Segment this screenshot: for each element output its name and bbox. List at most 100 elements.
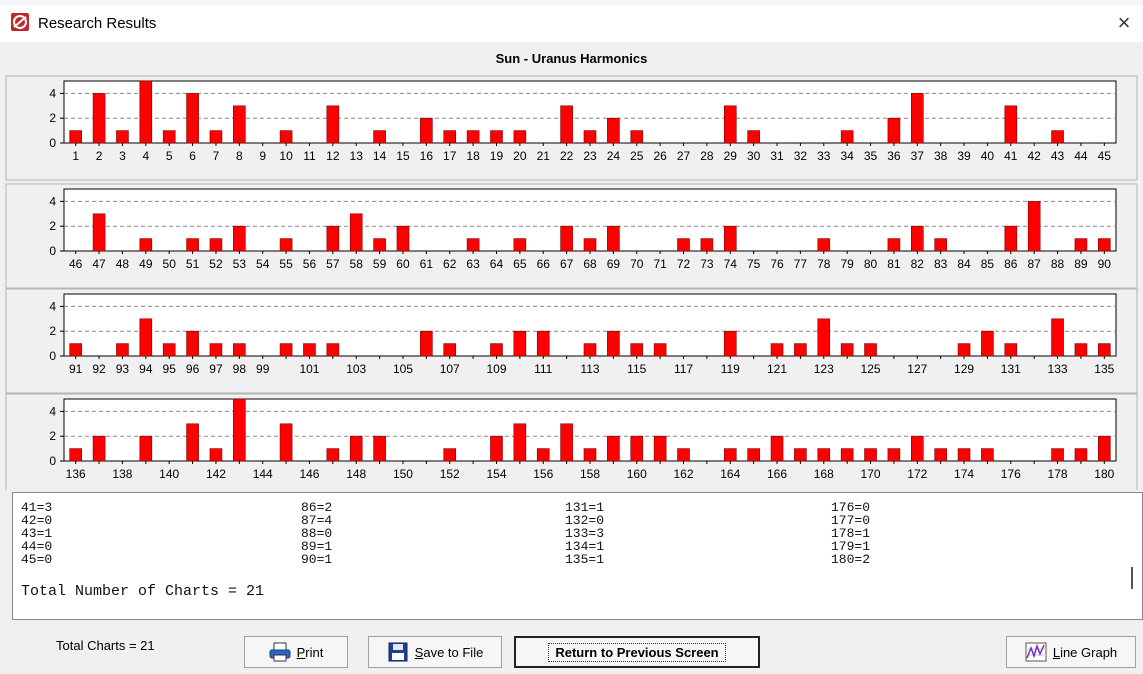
bar [513,130,527,144]
bar [583,130,597,144]
total-number-of-charts: Total Number of Charts = 21 [21,583,265,600]
bar [349,435,363,462]
bar [490,435,503,462]
x-tick-label: 42 [1027,149,1041,163]
bar [162,130,176,144]
x-tick-label: 133 [1048,362,1068,376]
bar [92,435,106,462]
x-tick-label: 36 [887,149,901,163]
x-tick-label: 92 [92,362,106,376]
bar [794,343,807,357]
x-tick-label: 76 [770,257,784,271]
bar [396,225,410,252]
bar [162,343,176,357]
print-button[interactable]: Print [244,636,348,668]
x-tick-label: 174 [954,467,974,481]
scrollbar-thumb[interactable] [1131,567,1133,589]
x-tick-label: 67 [560,257,574,271]
x-tick-label: 109 [486,362,506,376]
bar [607,435,620,462]
x-tick-label: 26 [653,149,667,163]
line-graph-button[interactable]: Line Graph [1006,636,1136,668]
bar [723,225,737,252]
bar [536,448,550,462]
y-tick-label: 0 [49,349,56,363]
x-tick-label: 160 [627,467,647,481]
bar [139,80,153,144]
x-tick-label: 3 [119,149,126,163]
y-tick-label: 4 [49,194,56,208]
x-tick-label: 176 [1001,467,1021,481]
bar [69,448,82,462]
x-tick-label: 107 [440,362,460,376]
x-tick-label: 162 [673,467,693,481]
total-charts-label: Total Charts = 21 [56,638,155,653]
x-tick-label: 75 [747,257,761,271]
return-to-previous-screen-button[interactable]: Return to Previous Screen [514,636,760,668]
x-tick-label: 146 [299,467,319,481]
x-tick-label: 140 [159,467,179,481]
bar [887,117,901,144]
bar [279,423,293,462]
x-tick-label: 121 [767,362,787,376]
bar [233,225,246,252]
x-tick-label: 34 [840,149,854,163]
bar [186,330,199,357]
bar [443,343,457,357]
save-to-file-button[interactable]: Save to File [368,636,502,668]
bar [1074,343,1088,357]
x-tick-label: 82 [911,257,925,271]
x-tick-label: 65 [513,257,527,271]
x-tick-label: 24 [607,149,621,163]
bar [373,435,386,462]
bar [817,448,831,462]
bar [747,130,760,144]
x-tick-label: 70 [630,257,644,271]
x-tick-label: 20 [513,149,527,163]
print-label: Print [296,644,324,660]
printer-icon [269,642,291,662]
bar [209,130,223,144]
x-tick-label: 35 [864,149,878,163]
bar [466,130,480,144]
close-button[interactable]: × [1111,10,1137,36]
x-tick-label: 10 [279,149,293,163]
x-tick-label: 91 [69,362,83,376]
bar [490,343,503,357]
bar [116,130,129,144]
x-tick-label: 40 [981,149,995,163]
bar [279,343,293,357]
x-tick-label: 22 [560,149,574,163]
bar [840,448,854,462]
bar [794,448,807,462]
x-tick-label: 90 [1098,257,1112,271]
footer-bar: Total Charts = 21 Print Save to File Ret… [0,620,1143,674]
x-tick-label: 15 [396,149,410,163]
x-tick-label: 56 [303,257,317,271]
results-column-1: 41=3 42=0 43=1 44=0 45=0 [21,501,52,566]
results-text-area[interactable]: 41=3 42=0 43=1 44=0 45=0 86=2 87=4 88=0 89=1 90=… [12,492,1143,620]
x-tick-label: 25 [630,149,644,163]
x-tick-label: 58 [350,257,364,271]
bar [747,448,760,462]
x-tick-label: 14 [373,149,387,163]
y-tick-label: 4 [49,299,56,313]
bar [864,448,877,462]
bar [700,238,714,252]
x-tick-label: 86 [1004,257,1018,271]
x-tick-label: 152 [440,467,460,481]
x-tick-label: 127 [907,362,927,376]
x-tick-label: 99 [256,362,270,376]
bar [349,213,363,252]
y-tick-label: 2 [49,219,56,233]
x-tick-label: 117 [674,362,693,376]
x-tick-label: 23 [583,149,597,163]
bar [560,423,573,462]
x-tick-label: 111 [534,362,553,376]
save-to-file-label: Save to File [414,644,484,660]
bar [957,343,971,357]
bar [233,343,246,357]
x-tick-label: 158 [580,467,600,481]
x-tick-label: 85 [981,257,995,271]
bar [443,448,457,462]
